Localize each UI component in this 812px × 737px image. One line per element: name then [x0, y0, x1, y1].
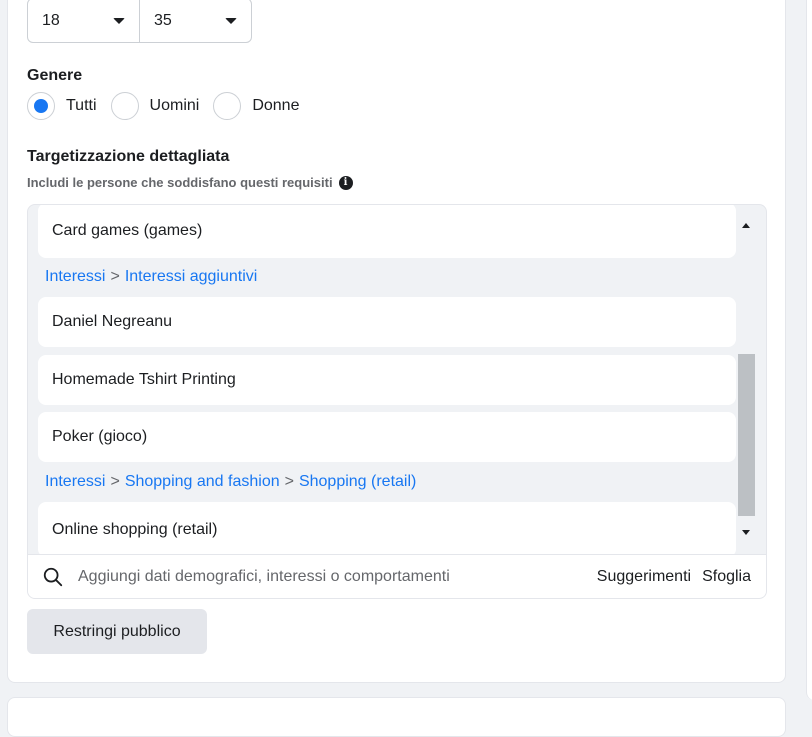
targeting-list: Card games (games) Interessi > Interessi…: [28, 205, 766, 554]
list-item[interactable]: Daniel Negreanu: [38, 297, 736, 347]
list-item[interactable]: Homemade Tshirt Printing: [38, 355, 736, 405]
item-label: Online shopping (retail): [52, 520, 218, 538]
gender-title: Genere: [27, 67, 83, 84]
targeting-subtitle: Includi le persone che soddisfano questi…: [27, 175, 353, 190]
gender-option-label: Tutti: [66, 97, 97, 114]
breadcrumb-link[interactable]: Shopping (retail): [299, 473, 416, 491]
gender-option-label: Donne: [252, 97, 300, 114]
targeting-search-bar: Suggerimenti Sfoglia: [28, 554, 766, 598]
caret-down-icon: [225, 17, 237, 24]
list-item[interactable]: Poker (gioco): [38, 412, 736, 462]
item-label: Poker (gioco): [52, 428, 148, 445]
age-min-value: 18: [42, 11, 60, 29]
gender-option-women[interactable]: Donne: [213, 92, 303, 120]
radio-button[interactable]: [213, 92, 242, 120]
gender-option-men[interactable]: Uomini: [110, 92, 204, 120]
vertical-scrollbar[interactable]: [737, 205, 755, 554]
targeting-box: Card games (games) Interessi > Interessi…: [27, 204, 767, 599]
targeting-title: Targetizzazione dettagliata: [27, 148, 230, 165]
search-icon[interactable]: [42, 566, 64, 588]
targeting-search-input[interactable]: [76, 566, 580, 587]
breadcrumb-separator: >: [110, 473, 120, 490]
age-max-select[interactable]: 35: [139, 0, 251, 42]
breadcrumb-separator: >: [284, 473, 294, 490]
age-min-select[interactable]: 18: [28, 0, 139, 42]
gender-option-all[interactable]: Tutti: [27, 92, 101, 120]
narrow-audience-button[interactable]: Restringi pubblico: [27, 609, 207, 654]
list-item[interactable]: Card games (games): [38, 205, 736, 258]
caret-down-icon: [113, 17, 125, 24]
category-breadcrumb: Interessi > Interessi aggiuntivi: [45, 268, 257, 286]
adjacent-panel-edge: [806, 0, 812, 700]
breadcrumb-link[interactable]: Interessi: [45, 268, 105, 286]
gender-option-label: Uomini: [149, 97, 200, 114]
breadcrumb-link[interactable]: Shopping and fashion: [125, 473, 280, 491]
breadcrumb-separator: >: [110, 268, 120, 285]
targeting-subtitle-text: Includi le persone che soddisfano questi…: [27, 175, 333, 190]
list-item[interactable]: Online shopping (retail): [38, 502, 736, 554]
gender-radio-group: Tutti Uomini Donne: [27, 92, 313, 120]
radio-dot: [34, 99, 48, 113]
item-label: Card games (games): [52, 221, 203, 239]
scrollbar-thumb[interactable]: [738, 354, 755, 516]
age-range-selector: 18 35: [27, 0, 252, 43]
breadcrumb-link[interactable]: Interessi aggiuntivi: [125, 268, 258, 286]
breadcrumb-link[interactable]: Interessi: [45, 473, 105, 491]
suggestions-link[interactable]: Suggerimenti: [597, 568, 691, 586]
item-label: Daniel Negreanu: [52, 313, 173, 330]
scroll-up-arrow-icon[interactable]: [742, 223, 750, 228]
radio-button-checked[interactable]: [27, 92, 55, 120]
radio-button[interactable]: [110, 92, 139, 120]
info-icon[interactable]: i: [338, 175, 353, 190]
category-breadcrumb: Interessi > Shopping and fashion > Shopp…: [45, 473, 416, 491]
item-label: Homemade Tshirt Printing: [52, 371, 236, 388]
next-section-card: [7, 697, 786, 737]
browse-link[interactable]: Sfoglia: [702, 568, 751, 586]
scroll-down-arrow-icon[interactable]: [742, 530, 750, 535]
age-max-value: 35: [154, 11, 172, 29]
